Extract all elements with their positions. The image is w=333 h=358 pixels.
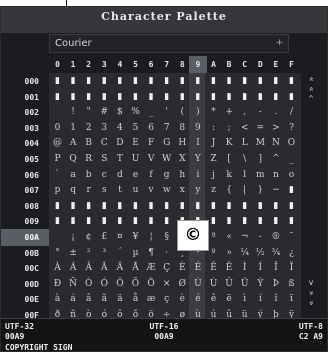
utf8-label: UTF-8 [298,322,323,331]
utf16-value: 00A9 [154,332,174,341]
selected-character-magnified: © [177,220,209,251]
row-header: 00A [1,229,49,246]
character-cell[interactable]: o [282,166,301,184]
scroll-up-icon[interactable]: ^ [304,93,318,105]
row-header: 003 [24,123,39,133]
row-header: 006 [24,170,39,180]
scroll-down-icon[interactable]: » [305,296,317,310]
row-header: 007 [24,186,39,196]
character-grid: 0 1 2 3 4 5 6 7 8 9 A B C D E F 000 ▮ ▮ ▮ ▮ ▮ ▮ ▮ ▮ ▮ ▮ ▮ ▮ ▮ ▮ ▮ ▮ 001 ▮ ▮… [1,7,301,324]
character-cell[interactable]: ▮ [282,73,301,90]
row-header: 002 [24,108,39,118]
character-cell[interactable]: ß [282,275,301,293]
character-cell[interactable]: ï [282,291,301,309]
character-info-panel: UTF-32 UTF-16 UTF-8 00A9 00A9 C2 A9 COPY… [1,318,327,352]
row-header: 000 [24,77,39,86]
row-header: 009 [24,217,39,227]
character-cell[interactable]: Ï [282,260,301,278]
row-header: 008 [24,201,39,211]
character-cell[interactable]: ▮ [282,182,301,200]
row-header: 00D [24,279,39,289]
row-header: 00C [24,264,39,274]
character-cell[interactable]: O [282,135,301,153]
character-cell[interactable]: _ [282,151,301,168]
character-cell[interactable]: ▮ [282,213,301,231]
utf16-label: UTF-16 [149,322,179,331]
character-cell[interactable]: ¯ [282,229,301,246]
character-cell[interactable]: ▮ [282,197,301,215]
row-header: 00B [24,248,39,258]
row-header: 001 [24,92,39,102]
row-header: 005 [24,155,39,164]
character-cell[interactable]: ? [282,119,301,137]
column-header: F [289,60,294,69]
row-header: 00E [24,295,39,305]
row-header: 004 [24,139,39,149]
character-cell[interactable]: ¿ [282,244,301,262]
utf8-value: C2 A9 [298,332,323,341]
character-cell[interactable]: ▮ [282,88,301,106]
grid-scrollbar[interactable]: ««^ v»» [304,73,318,313]
character-name: COPYRIGHT SIGN [5,343,73,352]
character-cell[interactable]: / [282,104,301,122]
character-palette-window: Character Palette Courier + 0123456789AB… [0,6,328,352]
